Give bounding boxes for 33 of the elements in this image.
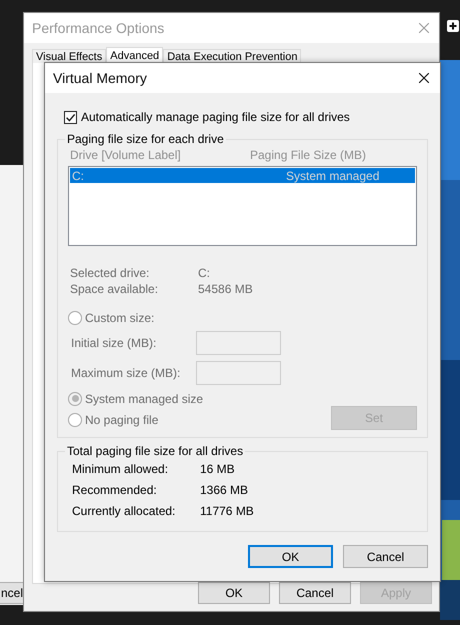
radio-label: Custom size: [85, 310, 154, 324]
column-header: Paging File Size (MB) [250, 148, 368, 162]
detail-label: Space available: [69, 282, 160, 298]
dialog-button[interactable]: OK [198, 582, 270, 604]
checkbox[interactable] [64, 110, 77, 124]
radio-label: System managed size [85, 392, 204, 406]
column-header: Drive [Volume Label] [69, 148, 182, 162]
field-label: Initial size (MB): [71, 336, 158, 350]
tab[interactable]: Data Execution Prevention [163, 49, 302, 63]
partial-button[interactable]: ncel [0, 582, 24, 604]
total-label: Recommended: [72, 482, 158, 496]
checkbox-label: Automatically manage paging file size for all drives [81, 110, 350, 124]
dialog-button[interactable]: Cancel [343, 545, 428, 568]
radio-label: No paging file [85, 412, 158, 426]
close-icon[interactable] [419, 73, 429, 83]
detail-value: 54586 MB [198, 282, 253, 298]
tab[interactable]: Visual Effects [32, 49, 106, 63]
detail-label: Selected drive: [69, 266, 150, 282]
total-value: 1366 MB [200, 482, 248, 496]
tab[interactable]: Advanced [106, 47, 164, 63]
field-label: Maximum size (MB): [71, 366, 182, 380]
total-label: Currently allocated: [72, 504, 176, 518]
detail-value: C: [198, 266, 210, 282]
group-title: Paging file size for each drive [66, 132, 225, 146]
dialog-button[interactable]: OK [248, 545, 333, 568]
dialog-title: Virtual Memory [53, 70, 147, 86]
plus-icon[interactable] [447, 20, 459, 32]
dialog-button[interactable]: Cancel [279, 582, 351, 604]
total-label: Minimum allowed: [72, 462, 170, 476]
total-value: 16 MB [200, 462, 235, 476]
window-title: Performance Options [32, 20, 164, 36]
total-value: 11776 MB [200, 504, 254, 518]
group-title: Total paging file size for all drives [66, 444, 244, 458]
